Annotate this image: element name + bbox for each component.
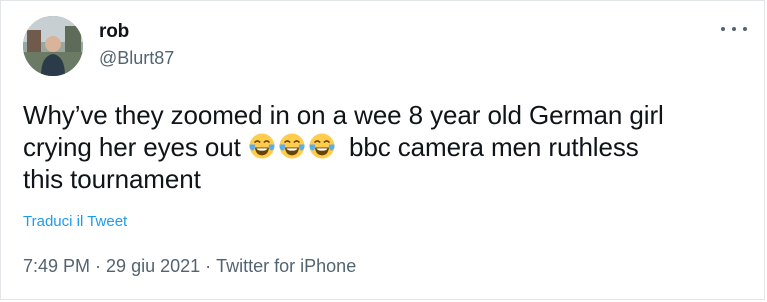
display-name[interactable]: rob (99, 21, 129, 43)
tweet-text-line-1: Why’ve they zoomed in on a wee 8 year ol… (23, 100, 664, 130)
tweet-text: Why’ve they zoomed in on a wee 8 year ol… (23, 99, 743, 195)
tweet-meta: 7:49 PM · 29 giu 2021 · Twitter for iPhone (23, 256, 356, 277)
face-with-tears-of-joy-icon (279, 133, 305, 159)
translate-tweet-link[interactable]: Traduci il Tweet (23, 213, 127, 230)
tweet-source[interactable]: Twitter for iPhone (216, 256, 356, 276)
tweet-card: rob @Blurt87 Why’ve they zoomed in on a … (0, 0, 765, 300)
face-with-tears-of-joy-icon (249, 133, 275, 159)
tweet-date[interactable]: 29 giu 2021 (106, 256, 200, 276)
dot-icon (743, 27, 747, 31)
tweet-text-line-3: this tournament (23, 164, 201, 194)
tweet-text-line-2-prefix: crying her eyes out (23, 132, 241, 162)
tweet-text-line-2-suffix: bbc camera men ruthless (349, 132, 639, 162)
emoji-group (248, 132, 336, 160)
dot-icon (732, 27, 736, 31)
meta-separator: · (95, 256, 102, 276)
face-with-tears-of-joy-icon (309, 133, 335, 159)
user-handle[interactable]: @Blurt87 (99, 48, 174, 69)
avatar-image (23, 16, 83, 76)
tweet-time[interactable]: 7:49 PM (23, 256, 90, 276)
avatar[interactable] (23, 16, 83, 76)
tweet-text-line-2: crying her eyes out bbc camera men ruthl… (23, 131, 743, 163)
meta-separator: · (205, 256, 212, 276)
dot-icon (721, 27, 725, 31)
more-options-icon[interactable] (721, 19, 747, 39)
